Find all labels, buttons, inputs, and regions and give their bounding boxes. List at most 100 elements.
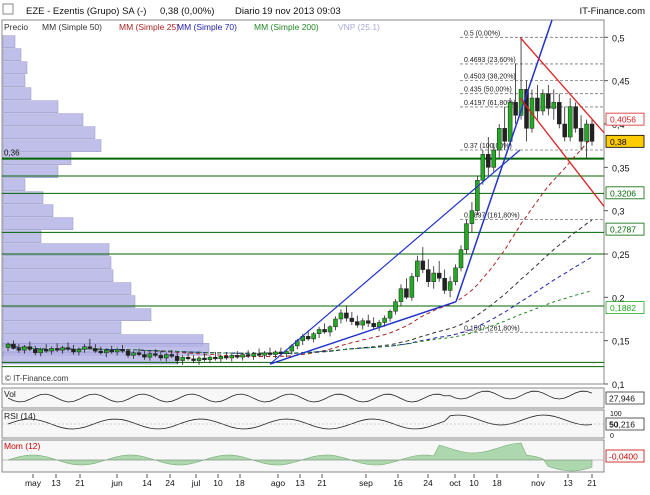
chart-canvas: EZE - Ezentis (Grupo) SA (-) 0,38 (0,00%…	[1, 3, 646, 488]
candle-body	[262, 352, 267, 356]
candle-body	[415, 260, 420, 277]
chart-period: Diario	[235, 6, 260, 17]
copyright-text: © IT-Finance.com	[5, 374, 69, 383]
candle-body	[60, 347, 65, 351]
candle-body	[27, 346, 33, 350]
candle-body	[404, 288, 409, 298]
candle-body	[196, 357, 202, 361]
fib-label: 0.4693 (23,60%)	[464, 57, 516, 64]
x-tick-label: 21	[75, 478, 85, 488]
brand-link[interactable]: IT-Finance.com	[580, 6, 646, 17]
x-tick-label: 21	[317, 478, 327, 488]
x-tick-label: 13	[295, 478, 305, 488]
candle-body	[147, 353, 153, 358]
fib-label: 0.4503 (38,20%)	[464, 73, 516, 80]
y-tick-label: 0,25	[612, 250, 630, 260]
candle-body	[5, 343, 11, 348]
candle-body	[267, 352, 273, 355]
candle-body	[469, 210, 475, 224]
candle-body	[491, 149, 497, 168]
momentum-panel-value: -0,0400	[609, 452, 638, 462]
volume-panel-frame	[1, 387, 605, 409]
fib-label: 0.435 (50,00%)	[464, 87, 512, 94]
candle-body	[136, 352, 142, 355]
candle-body	[409, 276, 415, 298]
candle-body	[11, 343, 16, 349]
indicator-legend: Precio MM (Simple 50) MM (Simple 25)MM (Si…	[4, 22, 380, 32]
x-tick-label: 14	[142, 478, 152, 488]
candle-body	[65, 347, 71, 350]
x-tick-label: 10	[213, 478, 223, 488]
fib-label: 0.5 (0,00%)	[464, 30, 500, 37]
candle-body	[98, 350, 104, 354]
candle-body	[431, 272, 436, 282]
price-tag-label: 0,4056	[610, 115, 636, 125]
candle-body	[567, 106, 573, 138]
legend-item: MM (Simple 25)	[119, 22, 179, 32]
candle-body	[371, 323, 376, 328]
candle-body	[120, 349, 125, 352]
candle-body	[442, 278, 447, 291]
candle-body	[213, 356, 218, 360]
rsi-tick-label: 50	[610, 422, 618, 429]
candle-body	[513, 102, 518, 116]
x-axis: may 13 21 jun 14 24 jul 10 18 ago 13 21 sep 16 24 oct 10…	[25, 474, 597, 488]
x-tick-label: jul	[191, 478, 201, 488]
volume-profile-bar	[2, 61, 28, 74]
legend-item: MM (Simple 70)	[177, 22, 237, 32]
candle-body	[355, 321, 360, 326]
candle-body	[436, 272, 442, 279]
candle-body	[578, 128, 584, 142]
candle-body	[218, 356, 224, 360]
candle-body	[502, 128, 507, 142]
candle-body	[333, 318, 338, 328]
rsi-tick-label: 100	[610, 411, 622, 418]
candle-body	[344, 312, 349, 319]
candle-body	[349, 317, 355, 322]
candle-body	[38, 349, 43, 354]
candle-body	[114, 349, 120, 353]
candle-body	[185, 356, 191, 360]
x-tick-label: 13	[51, 478, 61, 488]
volume-profile-bar	[2, 269, 114, 282]
candle-body	[251, 353, 256, 357]
y-tick-label: 0,3	[612, 207, 625, 217]
volume-profile-bar	[2, 100, 59, 113]
candle-body	[191, 358, 196, 361]
candle-body	[33, 349, 38, 354]
candle-body	[169, 354, 174, 357]
price-panel: 0,36 0.5 (0,00%) 0.4693 (23,60%) 0.4503 (38…	[1, 19, 645, 390]
volume-panel-label: Vol	[4, 389, 16, 399]
candle-body	[584, 123, 589, 142]
price-tag-label: 0,3206	[610, 188, 636, 198]
x-tick-label: 24	[165, 478, 175, 488]
candle-body	[589, 123, 595, 142]
rsi-tick-label: 0	[610, 433, 614, 440]
x-tick-label: 16	[393, 478, 403, 488]
candle-body	[546, 93, 551, 109]
legend-item: Precio	[4, 22, 28, 32]
y-tick-label: 0,15	[612, 337, 630, 347]
volume-profile-bar	[2, 113, 84, 126]
y-tick-label: 0,45	[612, 77, 630, 87]
candle-body	[82, 346, 87, 350]
candle-body	[142, 354, 147, 358]
candle-body	[398, 288, 404, 302]
candle-body	[49, 348, 54, 352]
y-tick-label: 0,1	[612, 380, 625, 390]
candle-body	[387, 310, 393, 319]
candle-body	[376, 322, 382, 328]
candle-body	[245, 354, 251, 357]
momentum-panel-label: Mom (12)	[4, 441, 41, 451]
candle-body	[486, 154, 491, 168]
legend-item: MM (Simple 50)	[42, 22, 102, 32]
candle-body	[426, 269, 431, 282]
candle-body	[93, 348, 98, 352]
volume-profile-bar	[2, 87, 32, 100]
volume-panel: Vol 27,946	[1, 387, 645, 409]
legend-item: MM (Simple 200)	[254, 22, 319, 32]
x-tick-label: may	[25, 478, 42, 488]
candle-body	[202, 357, 207, 360]
candle-body	[71, 349, 76, 353]
candle-body	[327, 326, 333, 333]
